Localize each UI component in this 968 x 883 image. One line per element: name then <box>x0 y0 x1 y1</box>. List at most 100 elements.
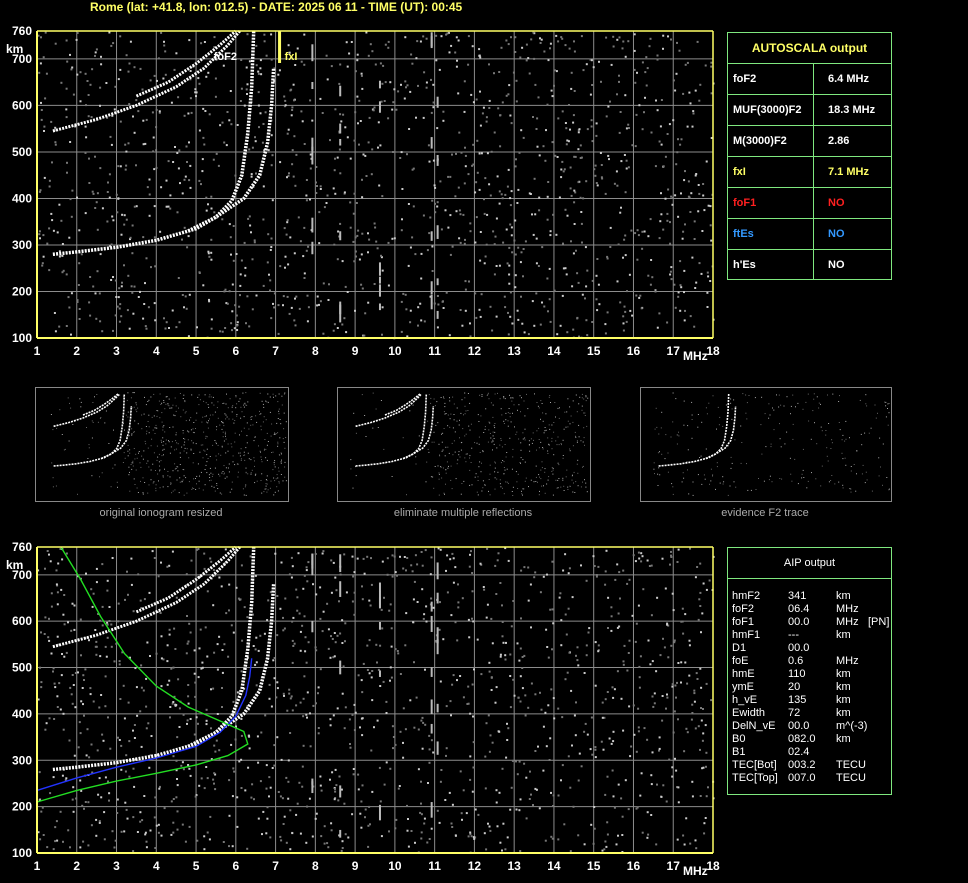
x-tick-label: 16 <box>627 344 641 358</box>
aip-unit: MHz <box>836 655 859 667</box>
thumb-trace-o-echo <box>355 393 422 428</box>
ionogram-bottom-ionogram: 1 2 3 4 5 6 7 8 9 10 11 12 13 14 15 16 17 181002003004005… <box>6 540 720 878</box>
x-axis-label: MHz <box>683 349 708 363</box>
x-tick-label: 18 <box>706 344 720 358</box>
x-tick-label: 9 <box>352 344 359 358</box>
aip-value: 003.2 <box>788 759 816 771</box>
x-tick-label: 12 <box>468 344 482 358</box>
x-tick-label: 16 <box>627 859 641 873</box>
aip-unit: km <box>836 590 851 602</box>
x-tick-label: 8 <box>312 859 319 873</box>
y-tick-label: 100 <box>12 331 32 345</box>
thumbnail-caption: evidence F2 trace <box>721 507 809 519</box>
aip-value: 00.0 <box>788 642 810 654</box>
fxi-annotation: fxI <box>285 51 298 63</box>
autoscala-value: 18.3 MHz <box>813 95 892 125</box>
fof2-annotation: foF2 <box>214 51 237 63</box>
trace-x-trace <box>187 68 276 233</box>
autoscala-title: AUTOSCALA output <box>728 33 891 64</box>
aip-flag: [PN] <box>868 616 890 628</box>
autoscala-value: 7.1 MHz <box>813 157 892 187</box>
x-tick-label: 9 <box>352 859 359 873</box>
aip-unit: km <box>836 668 851 680</box>
x-axis-label: MHz <box>683 864 708 878</box>
aip-unit: km <box>836 681 851 693</box>
aip-key: hmE <box>732 668 755 680</box>
thumbnail-caption: eliminate multiple reflections <box>393 507 533 519</box>
y-tick-label: 500 <box>12 145 32 159</box>
autoscala-key: MUF(3000)F2 <box>733 104 802 116</box>
thumb-trace-o-trace <box>658 393 730 467</box>
autoscala-row: h'Es NO <box>728 250 891 280</box>
autoscala-value: NO <box>813 219 892 249</box>
trace-o-echo <box>52 30 241 133</box>
y-tick-label: 500 <box>12 661 32 675</box>
aip-value: --- <box>788 629 799 641</box>
thumb-trace-x-trace <box>100 405 133 460</box>
thumbnail-original <box>35 387 289 502</box>
x-tick-label: 12 <box>468 859 482 873</box>
aip-key: h_vE <box>732 694 758 706</box>
aip-unit: km <box>836 707 851 719</box>
x-tick-label: 7 <box>272 344 279 358</box>
aip-value: 06.4 <box>788 603 810 615</box>
thumb-trace-x-trace <box>402 405 435 460</box>
y-tick-label: 200 <box>12 284 32 298</box>
thumb-trace-x-echo <box>384 393 421 416</box>
aip-key: hmF1 <box>732 629 761 641</box>
x-tick-label: 18 <box>706 859 720 873</box>
autoscala-value: NO <box>813 250 892 280</box>
y-axis-label: km <box>6 42 23 56</box>
aip-value: 00.0 <box>788 720 810 732</box>
ionogram-top-ionogram: 1 2 3 4 5 6 7 8 9 10 11 12 13 14 15 16 17 181002003004005… <box>6 24 720 363</box>
aip-key: ymE <box>732 681 754 693</box>
trace-model-profile <box>36 546 249 803</box>
aip-value: 341 <box>788 590 807 602</box>
x-tick-label: 3 <box>113 344 120 358</box>
aip-key: Ewidth <box>732 707 766 719</box>
x-tick-label: 6 <box>232 344 239 358</box>
autoscala-key: M(3000)F2 <box>733 135 787 147</box>
x-tick-label: 3 <box>113 859 120 873</box>
aip-value: 082.0 <box>788 733 816 745</box>
aip-value: 110 <box>788 668 806 680</box>
x-tick-label: 10 <box>388 859 402 873</box>
x-tick-label: 5 <box>193 344 200 358</box>
aip-title: AIP output <box>728 548 891 579</box>
x-tick-label: 1 <box>34 344 41 358</box>
y-tick-label: 300 <box>12 238 32 252</box>
thumbnail-evidence-f2 <box>640 387 892 502</box>
aip-key: foF1 <box>732 616 755 628</box>
x-tick-label: 5 <box>193 859 200 873</box>
x-tick-label: 7 <box>272 859 279 873</box>
thumb-trace-o-echo <box>53 393 120 428</box>
aip-unit: MHz <box>836 603 859 615</box>
aip-value: 007.0 <box>788 772 816 784</box>
trace-aip-profile <box>36 658 253 792</box>
x-tick-label: 15 <box>587 859 601 873</box>
x-tick-label: 2 <box>73 859 80 873</box>
aip-key: hmF2 <box>732 590 761 602</box>
aip-key: TEC[Top] <box>732 772 778 784</box>
aip-key: B1 <box>732 746 746 758</box>
thumbnail-eliminate-reflections <box>337 387 591 502</box>
y-tick-label: 760 <box>12 540 32 554</box>
aip-unit: TECU <box>836 772 866 784</box>
x-tick-label: 14 <box>547 859 561 873</box>
y-tick-label: 600 <box>12 98 32 112</box>
x-tick-label: 17 <box>667 859 681 873</box>
aip-unit: km <box>836 733 851 745</box>
x-tick-label: 13 <box>507 344 521 358</box>
aip-unit: km <box>836 629 851 641</box>
aip-value: 72 <box>788 707 801 719</box>
aip-key: foE <box>732 655 749 667</box>
y-axis-label: km <box>6 558 23 572</box>
aip-panel: AIP output hmF2 341 km foF2 06.4 MHz foF1 00.0 M… <box>727 547 892 795</box>
autoscala-key: ftEs <box>733 228 754 240</box>
y-tick-label: 200 <box>12 800 32 814</box>
autoscala-key: fxI <box>733 166 746 178</box>
aip-unit: m^(-3) <box>836 720 868 732</box>
thumb-trace-o-trace <box>355 393 428 467</box>
y-tick-label: 400 <box>12 191 32 205</box>
autoscala-row: foF1 NO <box>728 188 891 219</box>
